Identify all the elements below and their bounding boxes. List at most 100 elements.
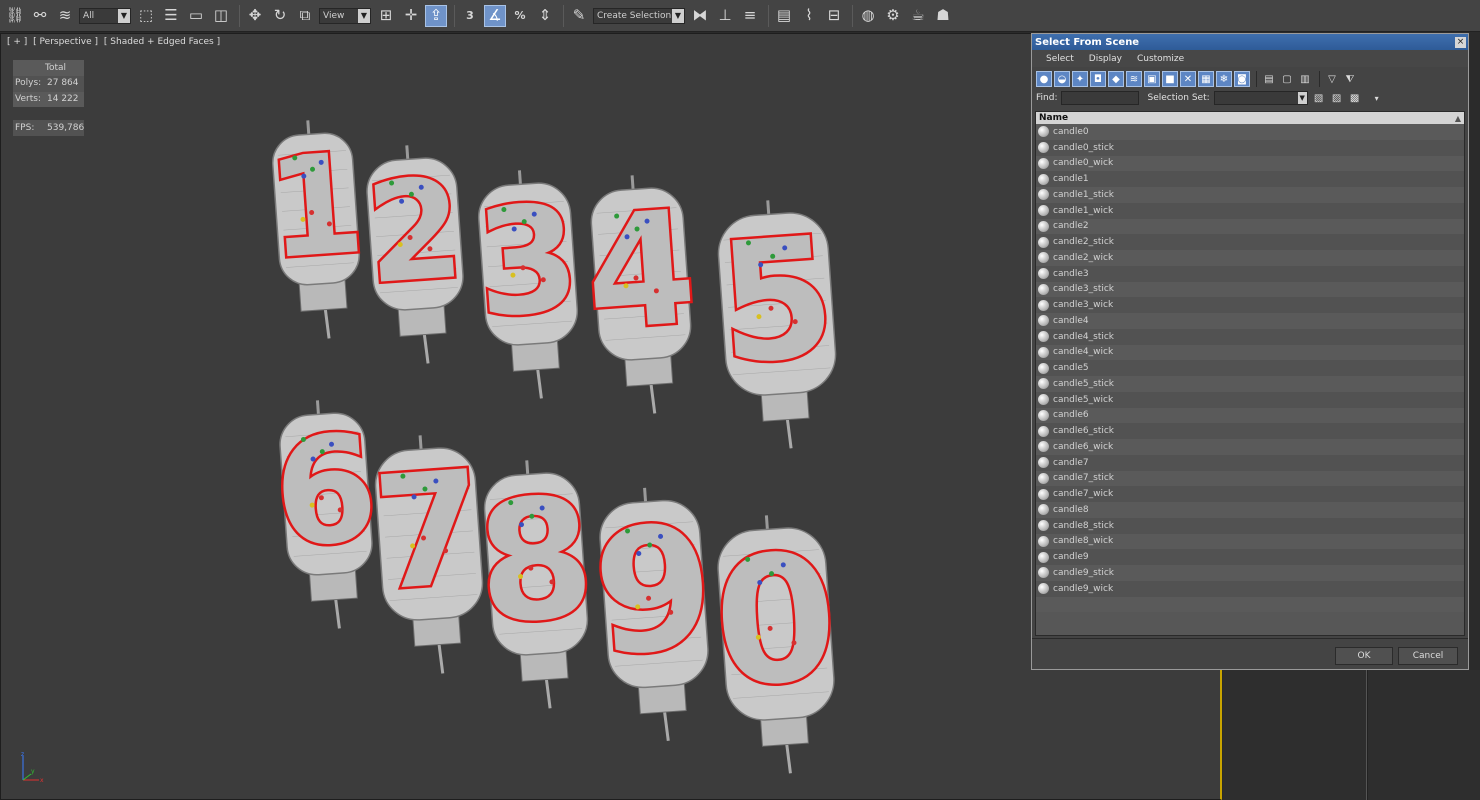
curve-editor-icon[interactable]: ⌇: [798, 5, 820, 27]
list-item[interactable]: candle3: [1036, 265, 1464, 282]
select-all-icon[interactable]: ▤: [1261, 71, 1277, 87]
list-item[interactable]: candle7_stick: [1036, 470, 1464, 487]
list-item[interactable]: candle7_wick: [1036, 486, 1464, 502]
scale-icon[interactable]: ⧉: [294, 5, 316, 27]
link-icon[interactable]: ⛓: [4, 5, 26, 27]
list-item[interactable]: candle4_stick: [1036, 328, 1464, 345]
rendered-frame-icon[interactable]: ☕: [907, 5, 929, 27]
list-item[interactable]: candle8_stick: [1036, 517, 1464, 534]
render-setup-icon[interactable]: ⚙: [882, 5, 904, 27]
list-item[interactable]: candle9: [1036, 549, 1464, 565]
percent-snap-button[interactable]: %: [509, 5, 531, 27]
list-item[interactable]: candle9_stick: [1036, 565, 1464, 581]
list-item[interactable]: candle2_wick: [1036, 250, 1464, 266]
create-selection-set-icon[interactable]: ▧: [1312, 91, 1326, 105]
layer-manager-icon[interactable]: ≡: [739, 5, 761, 27]
select-by-name-icon[interactable]: ☰: [160, 5, 182, 27]
list-item[interactable]: candle8_wick: [1036, 533, 1464, 550]
list-item[interactable]: candle5_stick: [1036, 376, 1464, 392]
schematic-view-icon[interactable]: ⊟: [823, 5, 845, 27]
edit-named-selection-icon[interactable]: ✎: [568, 5, 590, 27]
scene-explorer-icon[interactable]: ▤: [773, 5, 795, 27]
menu-display[interactable]: Display: [1089, 54, 1122, 64]
candle-model[interactable]: 1: [260, 117, 373, 342]
list-item[interactable]: candle5_wick: [1036, 391, 1464, 408]
list-item[interactable]: candle7: [1036, 454, 1464, 471]
list-item[interactable]: candle0: [1036, 124, 1464, 140]
display-spacewarps-icon[interactable]: ≋: [1126, 71, 1142, 87]
list-item[interactable]: candle0_wick: [1036, 155, 1464, 172]
chevron-down-icon[interactable]: ▾: [1370, 91, 1384, 105]
viewport-pov-label[interactable]: [ Perspective ]: [33, 37, 98, 47]
candle-model[interactable]: 5: [710, 196, 844, 452]
list-item[interactable]: candle2: [1036, 218, 1464, 235]
list-item[interactable]: candle1_wick: [1036, 202, 1464, 219]
display-bones-icon[interactable]: ✕: [1180, 71, 1196, 87]
candle-model[interactable]: 8: [469, 456, 603, 712]
menu-select[interactable]: Select: [1046, 54, 1074, 64]
candle-model[interactable]: 4: [578, 171, 705, 417]
list-item[interactable]: candle9_wick: [1036, 580, 1464, 597]
select-invert-icon[interactable]: ▥: [1297, 71, 1313, 87]
dialog-title-bar[interactable]: Select From Scene ×: [1032, 34, 1468, 50]
list-item[interactable]: candle6: [1036, 407, 1464, 424]
column-header-name[interactable]: Name ▲: [1036, 112, 1464, 124]
window-crossing-icon[interactable]: ◫: [210, 5, 232, 27]
reference-coordinate-dropdown[interactable]: View ▼: [319, 7, 371, 24]
display-lights-icon[interactable]: ✦: [1072, 71, 1088, 87]
viewport-label[interactable]: [ + ] [ Perspective ] [ Shaded + Edged F…: [7, 37, 223, 47]
list-item[interactable]: candle4: [1036, 313, 1464, 329]
angle-snap-icon[interactable]: ∡: [484, 4, 506, 27]
list-item[interactable]: candle5: [1036, 360, 1464, 376]
display-frozen-icon[interactable]: ❄: [1216, 71, 1232, 87]
select-object-icon[interactable]: ⬚: [135, 5, 157, 27]
candle-model[interactable]: 6: [266, 397, 386, 633]
list-item[interactable]: candle8: [1036, 502, 1464, 518]
display-groups-icon[interactable]: ▣: [1144, 71, 1160, 87]
scene-object-list[interactable]: Name ▲ candle0 candle0_stick candle0_wick c…: [1035, 111, 1465, 636]
display-hidden-icon[interactable]: ◙: [1234, 71, 1250, 87]
candle-model[interactable]: 0: [706, 511, 847, 778]
list-item[interactable]: candle1: [1036, 171, 1464, 187]
cancel-button[interactable]: Cancel: [1398, 647, 1458, 665]
filter-options-icon[interactable]: ⧨: [1342, 71, 1358, 87]
viewport-menu-label[interactable]: [ + ]: [7, 37, 27, 47]
display-helpers-icon[interactable]: ◆: [1108, 71, 1124, 87]
spinner-snap-icon[interactable]: ⇕: [534, 5, 556, 27]
display-cameras-icon[interactable]: ◘: [1090, 71, 1106, 87]
material-editor-icon[interactable]: ◍: [857, 5, 879, 27]
candle-model[interactable]: 9: [585, 484, 724, 746]
ok-button[interactable]: OK: [1335, 647, 1393, 665]
mirror-icon[interactable]: ⧓: [689, 5, 711, 27]
pivot-icon[interactable]: ⊞: [375, 5, 397, 27]
keyboard-shortcut-icon[interactable]: ⇪: [425, 4, 447, 27]
viewport-shading-label[interactable]: [ Shaded + Edged Faces ]: [104, 37, 220, 47]
bind-spacewarp-icon[interactable]: ≋: [54, 5, 76, 27]
display-containers-icon[interactable]: ▦: [1198, 71, 1214, 87]
unlink-icon[interactable]: ⚯: [29, 5, 51, 27]
list-item[interactable]: candle1_stick: [1036, 187, 1464, 203]
move-icon[interactable]: ✥: [244, 5, 266, 27]
display-xrefs-icon[interactable]: ■: [1162, 71, 1178, 87]
remove-from-selection-set-icon[interactable]: ▩: [1348, 91, 1362, 105]
selection-filter-dropdown[interactable]: All ▼: [79, 7, 131, 24]
align-icon[interactable]: ⊥: [714, 5, 736, 27]
list-item[interactable]: candle6_wick: [1036, 439, 1464, 455]
list-item[interactable]: candle4_wick: [1036, 344, 1464, 361]
menu-customize[interactable]: Customize: [1137, 54, 1184, 64]
candle-model[interactable]: 3: [468, 167, 588, 403]
close-icon[interactable]: ×: [1455, 36, 1466, 48]
select-none-icon[interactable]: ▢: [1279, 71, 1295, 87]
filter-icon[interactable]: ▽: [1324, 71, 1340, 87]
list-item[interactable]: candle0_stick: [1036, 139, 1464, 156]
list-item[interactable]: candle3_wick: [1036, 297, 1464, 313]
selection-set-dropdown[interactable]: ▼: [1213, 91, 1308, 105]
display-geometry-icon[interactable]: ●: [1036, 71, 1052, 87]
find-input[interactable]: [1061, 91, 1140, 105]
add-to-selection-set-icon[interactable]: ▨: [1330, 91, 1344, 105]
render-icon[interactable]: ☗: [932, 5, 954, 27]
rectangular-region-icon[interactable]: ▭: [185, 5, 207, 27]
display-shapes-icon[interactable]: ◒: [1054, 71, 1070, 87]
list-item[interactable]: candle3_stick: [1036, 281, 1464, 298]
named-selection-dropdown[interactable]: Create Selection Se ▼: [593, 7, 685, 24]
